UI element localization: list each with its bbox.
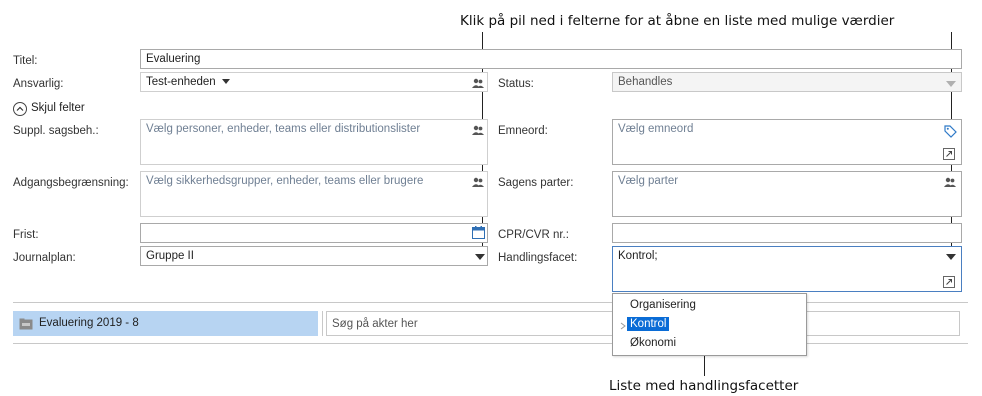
- responsible-value: Test-enheden: [146, 76, 216, 88]
- callout-bottom: Liste med handlingsfacetter: [609, 378, 799, 394]
- parties-field[interactable]: Vælg parter: [612, 171, 962, 217]
- title-label: Titel:: [13, 55, 38, 67]
- suppl-placeholder: Vælg personer, enheder, teams eller dist…: [146, 123, 421, 135]
- cpr-field[interactable]: [612, 223, 962, 243]
- status-field[interactable]: Behandles: [612, 72, 962, 92]
- dropdown-option-okonomi[interactable]: Økonomi: [613, 335, 806, 354]
- responsible-label: Ansvarlig:: [13, 78, 64, 90]
- parties-placeholder: Vælg parter: [618, 175, 679, 187]
- expand-icon[interactable]: [943, 276, 955, 288]
- access-placeholder: Vælg sikkerhedsgrupper, enheder, teams e…: [146, 175, 424, 187]
- cpr-label: CPR/CVR nr.:: [498, 229, 569, 241]
- case-tab-label: Evaluering 2019 - 8: [39, 317, 139, 329]
- journal-label: Journalplan:: [13, 252, 76, 264]
- responsible-dropdown-icon[interactable]: [221, 79, 230, 85]
- people-icon[interactable]: [472, 78, 484, 89]
- calendar-icon[interactable]: [472, 226, 485, 239]
- people-icon[interactable]: [472, 125, 484, 136]
- journal-value: Gruppe II: [146, 250, 194, 262]
- bottom-separator: [322, 311, 323, 336]
- dropdown-option-label: Organisering: [630, 299, 696, 311]
- dropdown-option-label: Kontrol: [627, 317, 670, 331]
- dropdown-option-kontrol[interactable]: Kontrol: [613, 316, 806, 335]
- facet-dropdown-list: Organisering Kontrol Økonomi: [612, 293, 807, 356]
- people-icon[interactable]: [472, 177, 484, 188]
- title-field[interactable]: Evaluering: [140, 49, 962, 69]
- chevron-up-circle-icon: [13, 102, 27, 116]
- people-icon[interactable]: [944, 177, 956, 188]
- callout-top: Klik på pil ned i felterne for at åbne e…: [460, 13, 895, 29]
- journal-field[interactable]: Gruppe II: [140, 246, 488, 266]
- access-field[interactable]: Vælg sikkerhedsgrupper, enheder, teams e…: [140, 171, 488, 217]
- expand-arrow-icon[interactable]: [620, 322, 626, 330]
- facet-chevron-down-icon[interactable]: [946, 254, 956, 260]
- suppl-field[interactable]: Vælg personer, enheder, teams eller dist…: [140, 119, 488, 165]
- journal-chevron-down-icon[interactable]: [475, 254, 485, 260]
- dropdown-option-label: Økonomi: [630, 337, 677, 349]
- bottom-divider-bottom: [13, 343, 968, 344]
- facet-field[interactable]: Kontrol;: [612, 246, 962, 292]
- keyword-label: Emneord:: [498, 125, 548, 137]
- deadline-label: Frist:: [13, 229, 39, 241]
- facet-value: Kontrol;: [618, 250, 658, 262]
- tag-icon[interactable]: [943, 124, 957, 138]
- status-label: Status:: [498, 78, 534, 90]
- case-folder-icon: [19, 318, 33, 330]
- keyword-field[interactable]: Vælg emneord: [612, 119, 962, 165]
- search-acts-placeholder: Søg på akter her: [332, 318, 418, 330]
- parties-label: Sagens parter:: [498, 177, 574, 189]
- expand-icon[interactable]: [943, 148, 955, 160]
- dropdown-option-organisering[interactable]: Organisering: [613, 297, 806, 316]
- status-chevron-down-icon[interactable]: [946, 81, 956, 87]
- suppl-label: Suppl. sagsbeh.:: [13, 125, 99, 137]
- bottom-divider-top: [13, 302, 968, 303]
- facet-label: Handlingsfacet:: [498, 252, 578, 264]
- access-label: Adgangsbegrænsning:: [13, 177, 129, 189]
- keyword-placeholder: Vælg emneord: [618, 123, 694, 135]
- case-tab[interactable]: Evaluering 2019 - 8: [13, 311, 318, 336]
- hide-fields-label: Skjul felter: [31, 102, 85, 114]
- status-value: Behandles: [618, 76, 673, 88]
- responsible-field[interactable]: Test-enheden: [140, 72, 488, 92]
- title-value: Evaluering: [146, 53, 201, 65]
- deadline-field[interactable]: [140, 223, 488, 243]
